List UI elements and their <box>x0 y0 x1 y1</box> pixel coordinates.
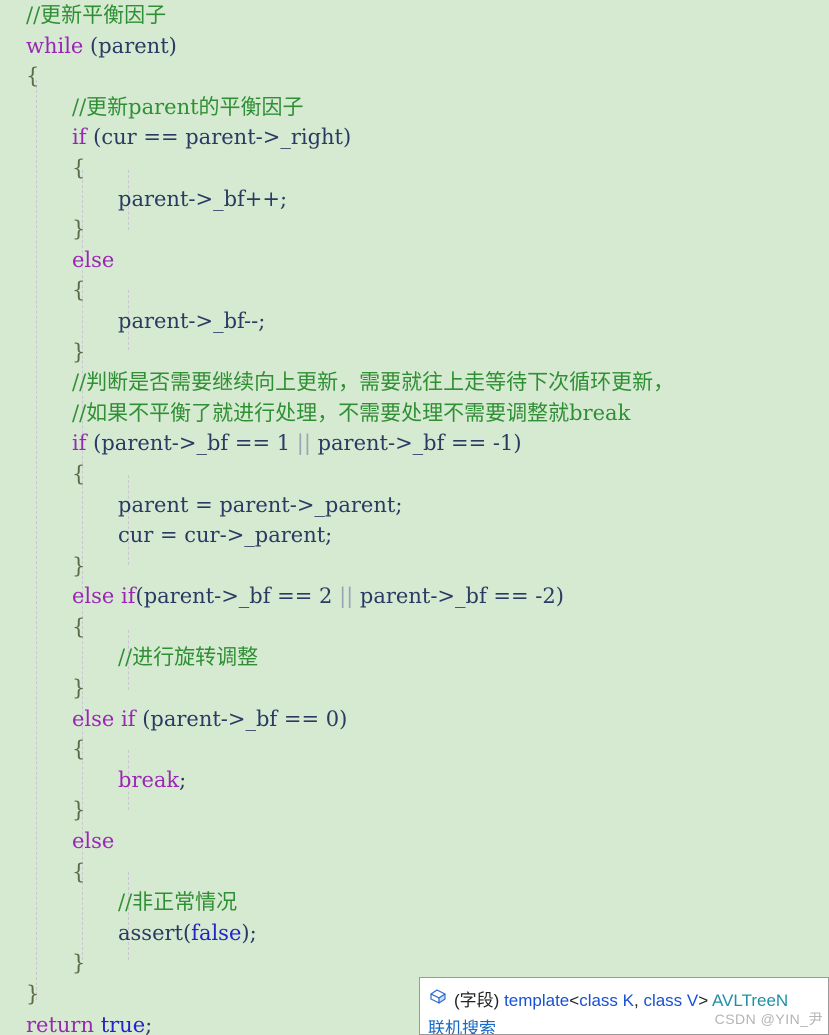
code-token: return <box>26 1012 94 1035</box>
code-line[interactable]: } <box>0 551 829 582</box>
code-token: else <box>72 829 115 854</box>
code-token: } <box>72 676 86 701</box>
code-token: cur = cur->_parent; <box>118 523 333 548</box>
code-token: //更新平衡因子 <box>26 3 167 27</box>
code-line[interactable]: //进行旋转调整 <box>0 642 829 673</box>
code-token: false <box>191 920 242 945</box>
screenshot-root: //更新平衡因子 while (parent){//更新parent的平衡因子 if… <box>0 0 829 1035</box>
tooltip-class-v: class V <box>643 991 699 1010</box>
field-icon <box>428 986 448 1011</box>
code-token: //如果不平衡了就进行处理，不需要处理不需要调整就break <box>72 400 631 425</box>
code-token: (cur == parent->_right) <box>86 125 352 150</box>
code-token: if <box>72 125 87 150</box>
code-line[interactable]: { <box>0 153 829 184</box>
code-token: (parent->_bf == 1 <box>86 431 297 456</box>
code-token: ); <box>241 920 257 945</box>
code-line[interactable]: { <box>0 857 829 888</box>
code-token: true <box>100 1012 146 1035</box>
code-line[interactable]: //非正常情况 <box>0 887 829 918</box>
tooltip-angle-open: < <box>569 991 580 1010</box>
code-line[interactable]: assert(false); <box>0 918 829 949</box>
code-line[interactable]: } <box>0 948 829 979</box>
code-token: parent->_bf == -2) <box>353 584 564 609</box>
code-token: while <box>26 33 84 58</box>
code-token: ; <box>179 767 187 792</box>
code-token: } <box>72 217 86 242</box>
code-line[interactable]: parent->_bf++; <box>0 184 829 215</box>
code-token: } <box>72 798 86 823</box>
code-token: } <box>72 339 86 364</box>
code-content: //更新平衡因子 while (parent){//更新parent的平衡因子 if… <box>0 0 829 1035</box>
code-line[interactable]: else <box>0 826 829 857</box>
code-token: } <box>26 982 40 1006</box>
code-token: { <box>72 859 86 884</box>
code-token: { <box>72 737 86 762</box>
tooltip-angle-close: > <box>698 991 712 1010</box>
tooltip-type-name: AVLTreeN <box>711 991 789 1010</box>
watermark-text: CSDN @YIN_尹 <box>714 1011 823 1027</box>
code-line[interactable]: else if(parent->_bf == 2 || parent->_bf … <box>0 581 829 612</box>
code-token: parent->_bf == -1) <box>310 431 522 456</box>
code-line[interactable]: break; <box>0 765 829 796</box>
code-token: //更新parent的平衡因子 <box>72 94 304 119</box>
code-token: //进行旋转调整 <box>118 645 259 670</box>
code-line[interactable]: cur = cur->_parent; <box>0 520 829 551</box>
code-line[interactable]: } <box>0 214 829 245</box>
code-line[interactable]: //更新parent的平衡因子 <box>0 92 829 123</box>
code-token: } <box>72 553 86 578</box>
tooltip-template-keyword: template <box>504 991 570 1010</box>
code-token: { <box>26 64 40 89</box>
code-line[interactable]: parent = parent->_parent; <box>0 490 829 521</box>
code-token: { <box>72 278 86 303</box>
code-token: { <box>72 155 86 180</box>
code-token: assert( <box>118 920 192 945</box>
code-line[interactable]: //如果不平衡了就进行处理，不需要处理不需要调整就break <box>0 398 829 429</box>
code-line[interactable]: } <box>0 795 829 826</box>
code-token: { <box>72 461 86 486</box>
code-line[interactable]: else if (parent->_bf == 0) <box>0 704 829 735</box>
code-editor[interactable]: //更新平衡因子 while (parent){//更新parent的平衡因子 if… <box>0 0 829 1035</box>
tooltip-kind: (字段) <box>454 991 500 1010</box>
code-line[interactable]: while (parent) <box>0 31 829 62</box>
code-token: ; <box>145 1012 153 1035</box>
code-token: || <box>339 584 354 609</box>
code-line[interactable]: //更新平衡因子 <box>0 0 829 31</box>
code-token: break <box>118 767 180 792</box>
code-token: (parent->_bf == 2 <box>135 584 340 609</box>
code-token: parent->_bf--; <box>118 308 266 333</box>
code-token: else if <box>72 584 136 609</box>
code-token: } <box>72 951 86 976</box>
code-line[interactable]: } <box>0 673 829 704</box>
code-line[interactable]: else <box>0 245 829 276</box>
code-token: (parent->_bf == 0) <box>135 706 348 731</box>
code-line[interactable]: { <box>0 61 829 92</box>
code-token: (parent) <box>83 33 177 58</box>
code-line[interactable]: } <box>0 337 829 368</box>
code-token: if <box>72 431 87 456</box>
code-token: parent->_bf++; <box>118 186 288 211</box>
online-search-link[interactable]: 联机搜索 <box>428 1014 496 1034</box>
code-token: || <box>296 431 311 456</box>
code-token: else if <box>72 706 136 731</box>
code-line[interactable]: { <box>0 612 829 643</box>
code-token: //非正常情况 <box>118 890 238 915</box>
code-line[interactable]: if (parent->_bf == 1 || parent->_bf == -… <box>0 428 829 459</box>
code-token: parent = parent->_parent; <box>118 492 403 517</box>
code-token: else <box>72 247 115 272</box>
code-token: { <box>72 614 86 639</box>
code-line[interactable]: parent->_bf--; <box>0 306 829 337</box>
code-line[interactable]: { <box>0 459 829 490</box>
tooltip-class-k: class K <box>579 991 634 1010</box>
tooltip-signature: (字段) template<class K, class V> AVLTreeN <box>454 986 788 1011</box>
code-line[interactable]: //判断是否需要继续向上更新，需要就往上走等待下次循环更新， <box>0 367 829 398</box>
code-line[interactable]: { <box>0 275 829 306</box>
code-token: //判断是否需要继续向上更新，需要就往上走等待下次循环更新， <box>72 370 675 395</box>
code-line[interactable]: if (cur == parent->_right) <box>0 122 829 153</box>
code-line[interactable]: { <box>0 734 829 765</box>
